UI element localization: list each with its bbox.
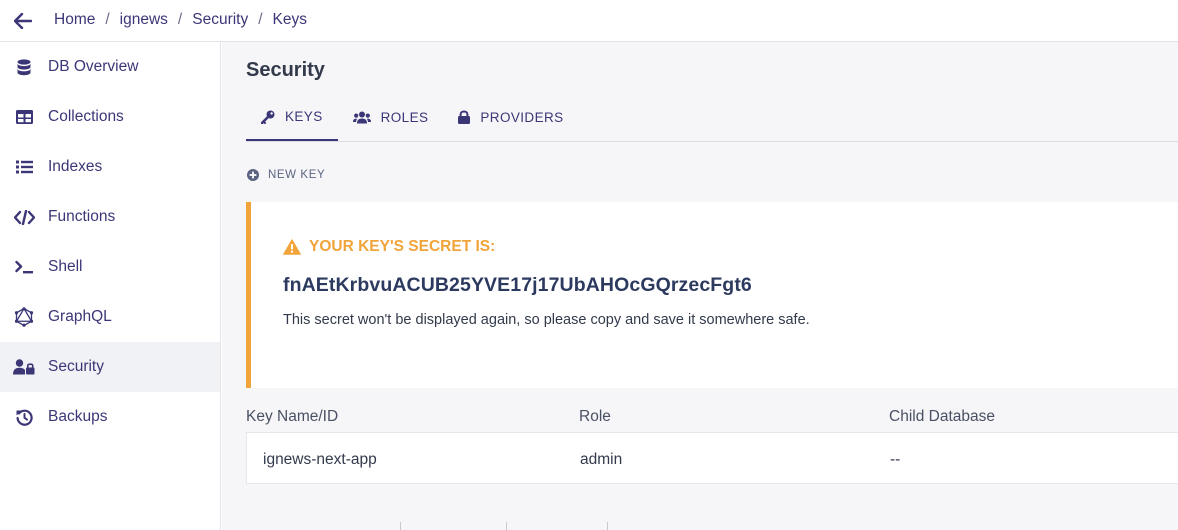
alert-heading-text: YOUR KEY'S SECRET IS: <box>309 238 496 255</box>
sidebar-item-label: Shell <box>48 258 83 275</box>
warning-icon <box>283 239 301 255</box>
breadcrumb-separator: / <box>258 11 263 28</box>
breadcrumb-home[interactable]: Home <box>54 11 95 29</box>
plus-circle-icon <box>247 169 259 181</box>
key-icon <box>261 110 275 124</box>
table-icon <box>12 107 36 127</box>
tab-bar: KEYS ROLES PROVIDERS <box>246 94 579 142</box>
secret-alert: YOUR KEY'S SECRET IS: fnAEtKrbvuACUB25YV… <box>246 202 1178 388</box>
terminal-icon <box>12 257 36 277</box>
sidebar-item-graphql[interactable]: GraphQL <box>0 292 220 342</box>
tab-label: ROLES <box>380 109 429 125</box>
tab-keys[interactable]: KEYS <box>246 94 338 142</box>
sidebar-item-shell[interactable]: Shell <box>0 242 220 292</box>
column-header-child-database: Child Database <box>889 408 995 425</box>
sidebar-item-label: Indexes <box>48 158 103 175</box>
list-icon <box>12 157 36 177</box>
new-key-label: NEW KEY <box>268 169 326 181</box>
lock-icon <box>458 110 471 124</box>
database-icon <box>12 57 36 77</box>
secret-value: fnAEtKrbvuACUB25YVE17j17UbAHOcGQrzecFgt6 <box>283 274 752 296</box>
alert-note: This secret won't be displayed again, so… <box>283 312 810 328</box>
alert-heading: YOUR KEY'S SECRET IS: <box>283 238 495 256</box>
cell-child-database: -- <box>890 451 901 468</box>
tab-label: PROVIDERS <box>480 109 564 125</box>
breadcrumb-security[interactable]: Security <box>192 11 248 29</box>
footer-divider <box>607 522 608 530</box>
tab-label: KEYS <box>285 109 323 124</box>
sidebar: DB Overview Collections Indexes Function… <box>0 42 221 530</box>
sidebar-item-label: GraphQL <box>48 308 112 325</box>
tab-roles[interactable]: ROLES <box>338 94 444 140</box>
footer-divider <box>506 522 507 530</box>
breadcrumb-separator: / <box>177 11 183 28</box>
tab-divider <box>246 141 1178 142</box>
graphql-icon <box>12 307 36 327</box>
table-row[interactable]: ignews-next-app admin -- <box>246 432 1178 484</box>
sidebar-item-functions[interactable]: Functions <box>0 192 220 242</box>
history-icon <box>12 407 36 427</box>
sidebar-item-security[interactable]: Security <box>0 342 220 392</box>
back-arrow-icon[interactable] <box>12 10 34 32</box>
sidebar-item-label: DB Overview <box>48 58 139 75</box>
tab-providers[interactable]: PROVIDERS <box>443 94 578 140</box>
code-icon <box>12 207 36 227</box>
footer <box>246 520 1178 530</box>
sidebar-item-label: Backups <box>48 408 108 425</box>
breadcrumb-database[interactable]: ignews <box>120 11 168 29</box>
main-content: Security KEYS ROLES PROVIDERS NEW KEY YO… <box>222 42 1178 530</box>
sidebar-item-label: Security <box>48 358 104 375</box>
column-header-key-name: Key Name/ID <box>246 408 339 425</box>
cell-role: admin <box>580 451 623 468</box>
sidebar-item-db-overview[interactable]: DB Overview <box>0 42 220 92</box>
breadcrumb: Home / ignews / Security / Keys <box>54 11 307 29</box>
footer-divider <box>400 522 401 530</box>
top-bar: Home / ignews / Security / Keys <box>0 0 1178 42</box>
new-key-button[interactable]: NEW KEY <box>247 169 325 181</box>
cell-key-name: ignews-next-app <box>263 451 377 468</box>
page-title: Security <box>246 59 325 81</box>
sidebar-item-collections[interactable]: Collections <box>0 92 220 142</box>
sidebar-item-indexes[interactable]: Indexes <box>0 142 220 192</box>
breadcrumb-keys[interactable]: Keys <box>273 11 307 29</box>
user-lock-icon <box>12 357 36 377</box>
breadcrumb-separator: / <box>105 11 110 28</box>
column-header-role: Role <box>579 408 611 425</box>
users-icon <box>352 111 371 124</box>
sidebar-item-label: Functions <box>48 208 116 225</box>
sidebar-item-backups[interactable]: Backups <box>0 392 220 442</box>
sidebar-item-label: Collections <box>48 108 124 125</box>
